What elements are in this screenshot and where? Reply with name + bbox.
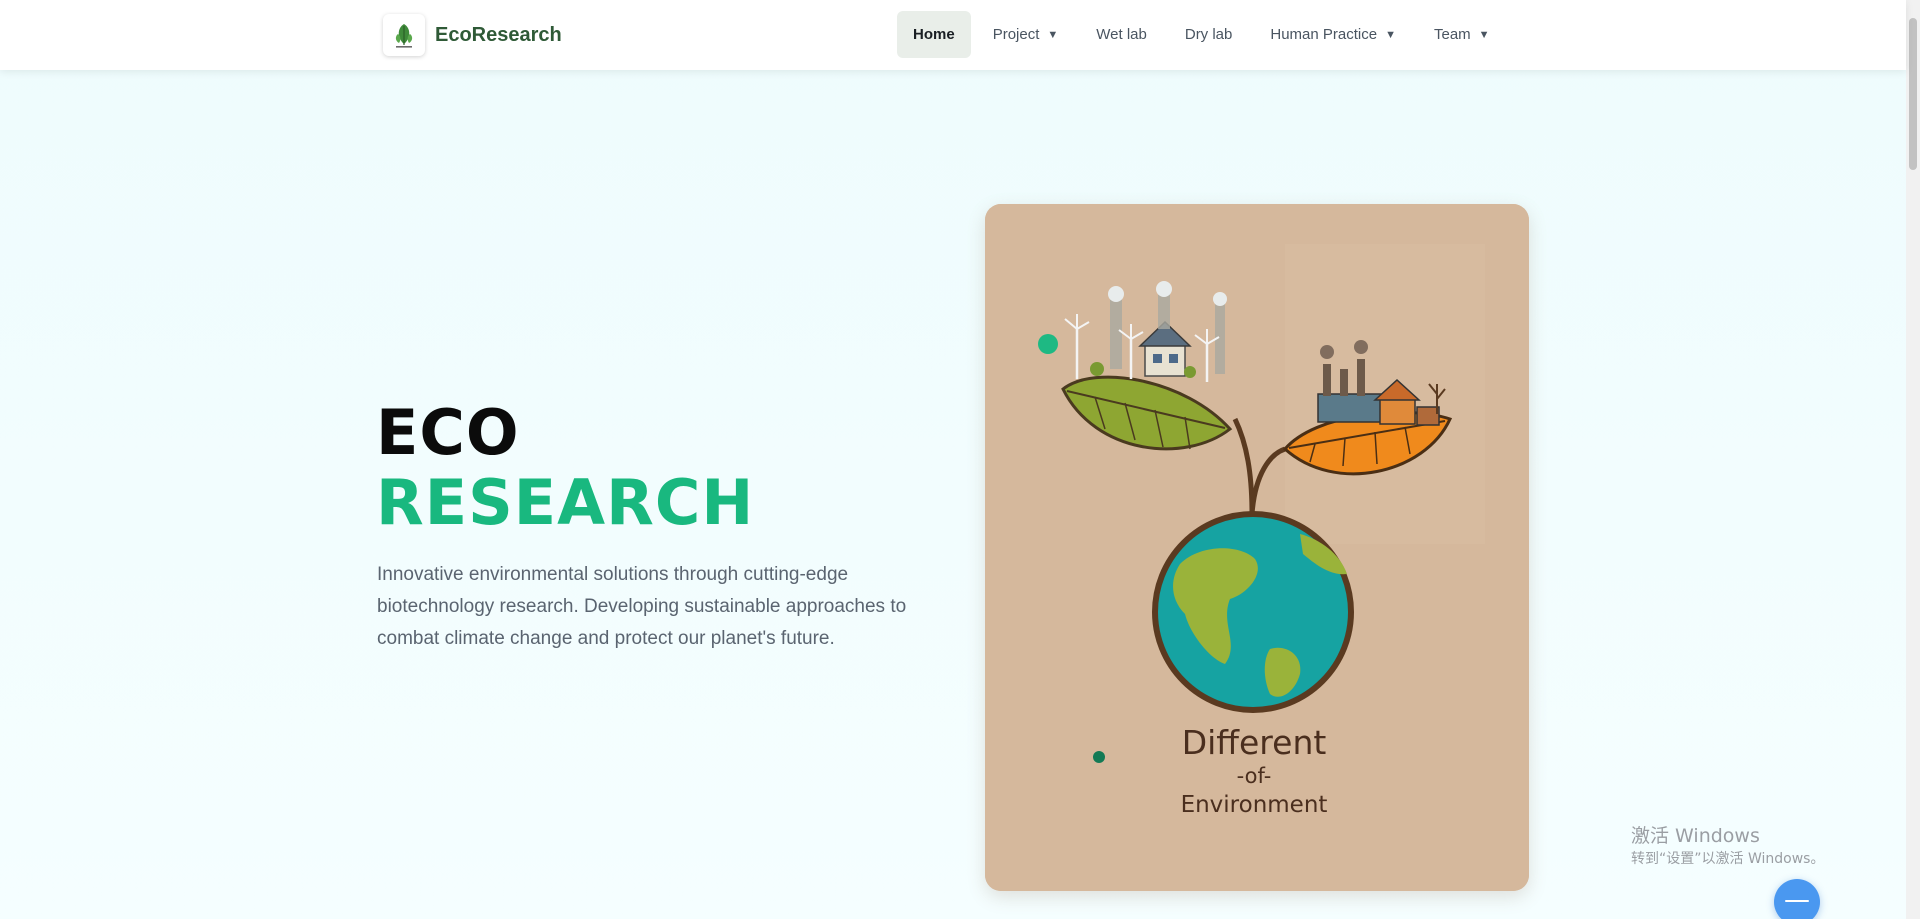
nav-label: Project [992,26,1040,43]
decor-dot [1093,751,1105,763]
nav-item-dry-lab[interactable]: Dry lab [1169,11,1249,58]
poster-text-environment: Environment [1181,792,1328,818]
watermark-line2: 转到“设置”以激活 Windows。 [1631,851,1825,867]
nav-label: Human Practice [1270,26,1378,43]
hero-title-eco: ECO [376,396,520,469]
nav-item-home[interactable]: Home [897,11,971,58]
leaf-logo-icon [383,14,425,56]
nav-item-team[interactable]: Team ▼ [1418,11,1506,58]
nav-item-human-practice[interactable]: Human Practice ▼ [1254,11,1412,58]
windows-activation-watermark: 激活 Windows 转到“设置”以激活 Windows。 [1631,823,1824,869]
top-navbar: EcoResearch Home Project ▼ Wet lab Dry l… [0,0,1906,70]
nav-label: Wet lab [1096,26,1147,43]
nav-label: Dry lab [1184,26,1233,43]
brand-link[interactable]: EcoResearch [383,14,562,56]
scrollbar-thumb[interactable] [1909,18,1917,170]
decor-dot [1038,334,1058,354]
main-nav: Home Project ▼ Wet lab Dry lab Human Pra… [897,11,1506,58]
hero-description: Innovative environmental solutions throu… [377,564,907,649]
nav-item-wet-lab[interactable]: Wet lab [1080,11,1163,58]
hero-title-research: RESEARCH [376,466,755,539]
nav-label: Home [913,26,955,43]
nav-label: Team [1433,26,1471,43]
caret-down-icon: ▼ [1385,28,1396,41]
brand-name: EcoResearch [435,23,562,46]
nav-item-project[interactable]: Project ▼ [977,11,1075,58]
globe-icon [1152,511,1354,713]
watermark-line1: 激活 Windows [1631,825,1760,847]
hero-title: ECO RESEARCH [376,398,754,538]
poster-text-different: Different [1182,723,1327,762]
caret-down-icon: ▼ [1047,28,1059,41]
poster-illustration: Different -of- Environment [985,204,1529,891]
poster-text-of: -of- [1237,764,1272,788]
page-scrollbar[interactable] [1906,0,1920,919]
hero-poster-image: Different -of- Environment [985,204,1529,891]
caret-down-icon: ▼ [1478,28,1490,41]
floating-action-button[interactable] [1774,879,1820,919]
